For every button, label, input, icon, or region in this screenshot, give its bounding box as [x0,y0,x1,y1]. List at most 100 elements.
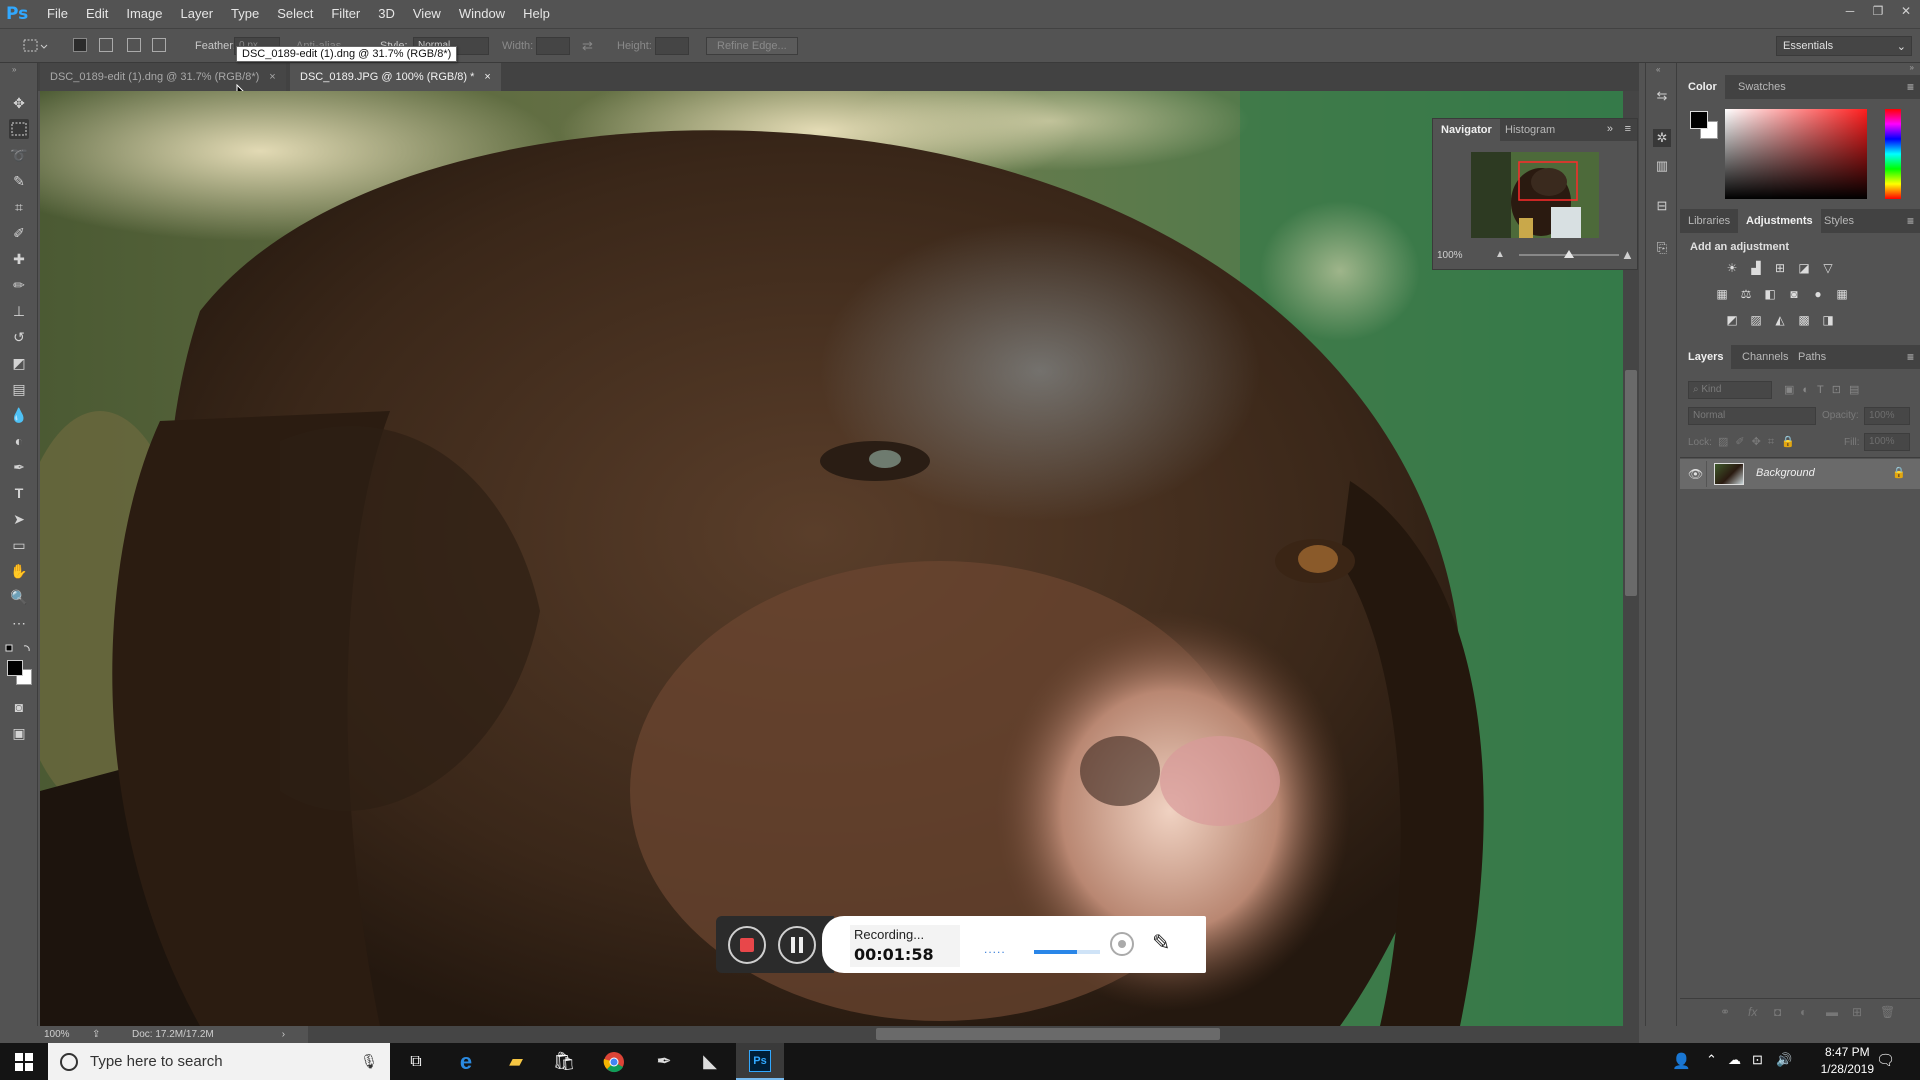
posterize-icon[interactable]: ▨ [1748,313,1764,327]
stop-recording-button[interactable] [728,926,766,964]
doc-tab-dng[interactable]: DSC_0189-edit (1).dng @ 31.7% (RGB/8*) × [40,63,286,91]
default-colors-icon[interactable] [4,643,34,655]
new-selection-button[interactable] [73,38,87,52]
lock-icons[interactable]: ▨✐✥⌗🔒 [1718,435,1802,449]
taskbar-clock[interactable]: 8:47 PM 1/28/2019 [1821,1044,1874,1078]
brush-tool-icon[interactable]: ✏ [9,275,29,295]
color-swatches[interactable] [6,659,34,687]
color-lookup-icon[interactable]: ▦ [1834,287,1850,301]
tab-histogram[interactable]: Histogram [1497,119,1563,141]
collapse-toolbar-icon[interactable]: » [12,65,16,74]
color-panel-swatches[interactable] [1690,111,1720,141]
new-group-icon[interactable]: ▬ [1826,1005,1838,1019]
menu-view[interactable]: View [404,0,450,28]
hand-tool-icon[interactable]: ✋ [9,561,29,581]
chrome-icon[interactable] [590,1043,638,1080]
color-balance-icon[interactable]: ⚖ [1738,287,1754,301]
menu-3d[interactable]: 3D [369,0,404,28]
subtract-from-selection-button[interactable] [127,38,141,52]
healing-brush-tool-icon[interactable]: ✚ [9,249,29,269]
tab-color[interactable]: Color [1680,75,1725,99]
menu-edit[interactable]: Edit [77,0,117,28]
minimize-button[interactable]: ─ [1836,0,1864,24]
swap-width-height-icon[interactable]: ⇄ [582,38,593,54]
curves-icon[interactable]: ⊞ [1772,261,1788,275]
document-canvas[interactable] [40,91,1623,1026]
quick-selection-tool-icon[interactable]: ✎ [9,171,29,191]
panel-menu-icon[interactable]: ≡ [1907,214,1914,228]
fill-input[interactable]: 100% [1864,433,1910,451]
layer-name[interactable]: Background [1756,467,1815,479]
webcam-icon[interactable] [1110,932,1134,956]
eraser-tool-icon[interactable]: ◩ [9,353,29,373]
menu-type[interactable]: Type [222,0,268,28]
selective-color-icon[interactable]: ◨ [1820,313,1836,327]
microphone-icon[interactable]: 🎙 [360,1053,378,1070]
gradient-map-icon[interactable]: ▩ [1796,313,1812,327]
pen-annotate-icon[interactable]: ✎ [1152,930,1170,956]
crop-tool-icon[interactable]: ⌗ [9,197,29,217]
menu-filter[interactable]: Filter [322,0,369,28]
navigator-thumbnail[interactable] [1471,152,1599,238]
action-center-icon[interactable]: 🗨 [1876,1051,1895,1069]
network-icon[interactable]: ⊡ [1752,1052,1763,1068]
panel-menu-icon[interactable]: ≡ [1625,123,1631,135]
tab-swatches[interactable]: Swatches [1730,75,1794,99]
path-selection-tool-icon[interactable]: ➤ [9,509,29,529]
navigator-panel-icon[interactable]: ✲ [1653,129,1671,147]
pause-recording-button[interactable] [778,926,816,964]
new-layer-icon[interactable]: ⊞ [1852,1005,1862,1019]
vertical-scrollbar-thumb[interactable] [1625,370,1637,596]
layer-filter-select[interactable]: ⌕ Kind [1688,381,1772,399]
horizontal-scrollbar-thumb[interactable] [876,1028,1220,1040]
menu-help[interactable]: Help [514,0,559,28]
refine-edge-button[interactable]: Refine Edge... [706,37,798,55]
navigator-zoom-slider-thumb[interactable] [1564,250,1574,258]
share-icon[interactable]: ⇪ [92,1029,132,1040]
histogram-panel-icon[interactable]: ▥ [1653,157,1671,175]
workspace-select[interactable]: Essentials ⌄ [1776,36,1912,56]
doc-tab-jpg[interactable]: DSC_0189.JPG @ 100% (RGB/8) * × [290,63,501,91]
restore-button[interactable]: ❐ [1864,0,1892,24]
status-menu-icon[interactable]: › [282,1029,285,1040]
quick-mask-icon[interactable]: ◙ [9,697,29,717]
menu-select[interactable]: Select [268,0,322,28]
tab-styles[interactable]: Styles [1816,209,1862,233]
history-brush-tool-icon[interactable]: ↺ [9,327,29,347]
menu-file[interactable]: File [38,0,77,28]
edge-browser-icon[interactable]: e [442,1043,490,1080]
tab-channels[interactable]: Channels [1734,345,1796,369]
link-layers-icon[interactable]: ⚭ [1720,1005,1730,1019]
marquee-tool-preset-picker[interactable] [22,36,48,56]
levels-icon[interactable]: ▟ [1748,261,1764,275]
channel-mixer-icon[interactable]: ● [1810,287,1826,301]
navigator-zoom[interactable]: 100% [1437,250,1463,261]
volume-icon[interactable]: 🔊 [1776,1052,1792,1068]
add-mask-icon[interactable]: ◘ [1774,1005,1781,1019]
properties-panel-icon[interactable]: ⊟ [1653,197,1671,215]
tab-navigator[interactable]: Navigator [1433,119,1500,141]
lasso-tool-icon[interactable]: ➰ [9,145,29,165]
windows-start-icon[interactable] [0,1043,48,1080]
rectangular-marquee-tool-icon[interactable] [9,119,29,139]
move-tool-icon[interactable]: ✥ [9,93,29,113]
clone-stamp-tool-icon[interactable]: ⊥ [9,301,29,321]
close-button[interactable]: ✕ [1892,0,1920,24]
brightness-contrast-icon[interactable]: ☀ [1724,261,1740,275]
add-to-selection-button[interactable] [99,38,113,52]
volume-slider[interactable] [1034,950,1100,954]
opacity-input[interactable]: 100% [1864,407,1910,425]
new-adjustment-layer-icon[interactable]: ◐ [1800,1005,1807,1019]
photoshop-taskbar-icon[interactable]: Ps [736,1043,784,1080]
tab-paths[interactable]: Paths [1790,345,1834,369]
show-hidden-icons[interactable]: ⌃ [1706,1052,1717,1068]
tab-layers[interactable]: Layers [1680,345,1732,369]
hue-saturation-icon[interactable]: ▦ [1714,287,1730,301]
blend-mode-select[interactable]: Normal [1688,407,1816,425]
black-white-icon[interactable]: ◧ [1762,287,1778,301]
history-panel-icon[interactable]: ⇆ [1653,87,1671,105]
menu-layer[interactable]: Layer [172,0,223,28]
intersect-selection-button[interactable] [152,38,166,52]
invert-icon[interactable]: ◩ [1724,313,1740,327]
gradient-tool-icon[interactable]: ▤ [9,379,29,399]
